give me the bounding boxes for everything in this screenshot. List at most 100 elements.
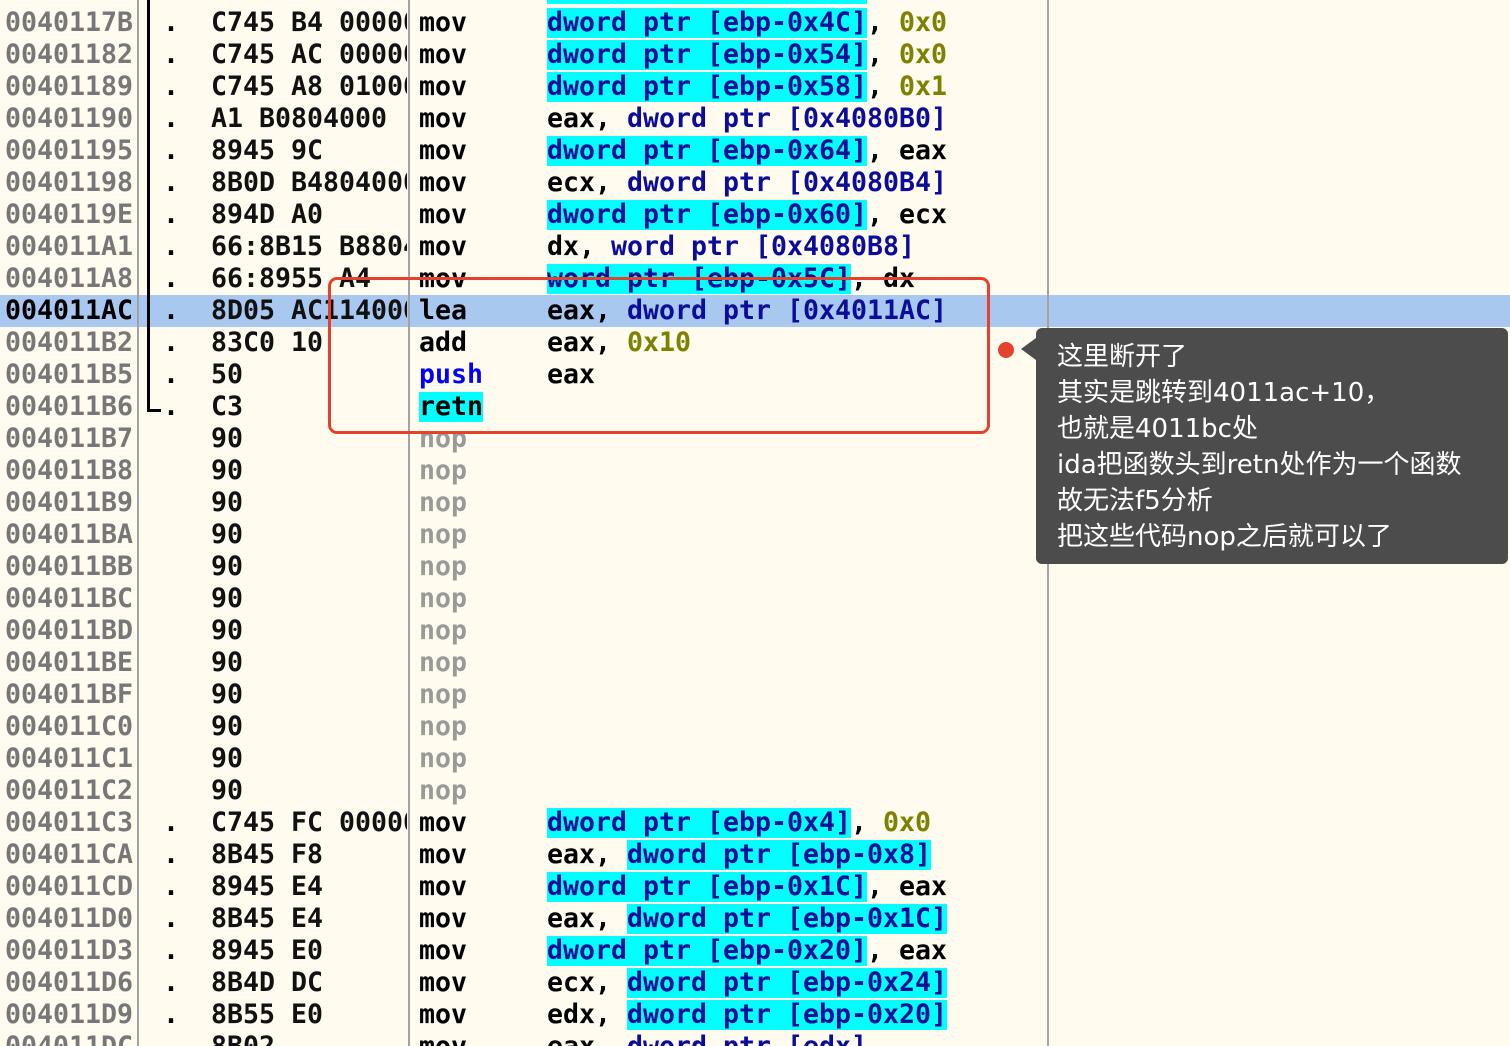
mnemonic-cell: nop: [419, 455, 539, 487]
marker-cell: .: [163, 231, 180, 262]
procedure-bracket-end: [147, 409, 161, 412]
hex-bytes-cell: 8B45 E4: [211, 903, 324, 934]
operand-token: dword ptr [ebp-0x1C]: [547, 872, 868, 902]
mnemonic-cell: mov: [419, 7, 539, 39]
disassembly-pane[interactable]: 0040117B. C745 B4 00000 mov dword ptr [ebp-…: [0, 0, 1510, 1046]
address-cell: 004011BD: [5, 615, 134, 646]
disasm-row[interactable]: 004011D9. 8B55 E0 mov edx, dword ptr [ebp-0…: [0, 999, 1510, 1031]
disasm-row[interactable]: 004011BE 90 nop: [0, 647, 1510, 679]
address-cell: 004011A1: [5, 231, 134, 262]
disasm-row[interactable]: 004011D3. 8945 E0 mov dword ptr [ebp-0x20],…: [0, 935, 1510, 967]
operand-token: 0x0: [883, 808, 932, 838]
operand-token: dword ptr [ebp-0x64]: [547, 136, 868, 166]
disasm-row[interactable]: 00401190. A1 B0804000 mov eax, dword ptr [0…: [0, 103, 1510, 135]
disasm-row[interactable]: 004011C1 90 nop: [0, 743, 1510, 775]
disasm-row[interactable]: 004011D6. 8B4D DC mov ecx, dword ptr [ebp-0…: [0, 967, 1510, 999]
disasm-row[interactable]: 00401195. 8945 9C mov dword ptr [ebp-0x64],…: [0, 135, 1510, 167]
marker-cell: .: [163, 359, 180, 390]
disasm-row[interactable]: 0040117B. C745 B4 00000 mov dword ptr [ebp-…: [0, 7, 1510, 39]
operands-cell: eax, dword ptr [ebp-0x1C]: [547, 903, 1040, 935]
disasm-row[interactable]: 00401182. C745 AC 00000 mov dword ptr [ebp-…: [0, 39, 1510, 71]
annotation-text-line: 把这些代码nop之后就可以了: [1057, 522, 1392, 552]
operand-token: 0x0: [899, 8, 948, 38]
address-cell: 004011B7: [5, 423, 134, 454]
disasm-row[interactable]: 004011BD 90 nop: [0, 615, 1510, 647]
address-cell: 00401198: [5, 167, 134, 198]
mnemonic-cell: mov: [419, 999, 539, 1031]
hex-bytes-cell: 90: [211, 583, 244, 614]
address-cell: 004011BF: [5, 679, 134, 710]
mnemonic-text: nop: [419, 776, 468, 806]
operand-token: eax,: [547, 104, 628, 134]
column-separator[interactable]: [408, 0, 410, 1046]
mnemonic-text: nop: [419, 712, 468, 742]
disasm-row[interactable]: 004011CD. 8945 E4 mov dword ptr [ebp-0x1C],…: [0, 871, 1510, 903]
disasm-row[interactable]: 0040119E. 894D A0 mov dword ptr [ebp-0x60],…: [0, 199, 1510, 231]
mnemonic-text: mov: [419, 8, 468, 38]
operand-token: eax,: [547, 840, 628, 870]
disasm-row[interactable]: 004011CA. 8B45 F8 mov eax, dword ptr [ebp-0…: [0, 839, 1510, 871]
disasm-row[interactable]: 004011A1. 66:8B15 B8804 mov dx, word ptr [0…: [0, 231, 1510, 263]
disasm-row[interactable]: 00401189. C745 A8 01000 mov dword ptr [ebp-…: [0, 71, 1510, 103]
address-cell: 004011C1: [5, 743, 134, 774]
mnemonic-text: mov: [419, 1032, 467, 1046]
mnemonic-text: mov: [419, 1000, 468, 1030]
disasm-row[interactable]: 004011C0 90 nop: [0, 711, 1510, 743]
mnemonic-text: nop: [419, 744, 468, 774]
mnemonic-cell: mov: [419, 39, 539, 71]
hex-bytes-cell: 90: [211, 487, 244, 518]
disasm-row[interactable]: 004011BF 90 nop: [0, 679, 1510, 711]
hex-bytes-cell: 8B45 F8: [211, 839, 324, 870]
marker-cell: .: [163, 295, 180, 326]
annotation-balloon: 这里断开了 其实是跳转到4011ac+10， 也就是4011bc处 ida把函数…: [1036, 328, 1508, 564]
mnemonic-cell: mov: [419, 135, 539, 167]
mnemonic-cell: nop: [419, 487, 539, 519]
column-separator[interactable]: [137, 0, 139, 1046]
disasm-row[interactable]: 004011DC 8B02 mov eax, dword ptr [edx]: [0, 1031, 1510, 1046]
address-cell: 00401190: [5, 103, 134, 134]
mnemonic-cell: nop: [419, 551, 539, 583]
operands-cell: eax, dword ptr [0x4080B0]: [547, 103, 1040, 135]
operand-token: ,: [867, 72, 900, 102]
operand-token: eax,: [547, 1032, 627, 1046]
operand-token: ,: [867, 40, 900, 70]
mnemonic-text: mov: [419, 168, 468, 198]
disasm-row[interactable]: 004011C2 90 nop: [0, 775, 1510, 807]
mnemonic-cell: mov: [419, 967, 539, 999]
address-cell: 004011B5: [5, 359, 134, 390]
mnemonic-cell: mov: [419, 103, 539, 135]
marker-cell: .: [163, 263, 180, 294]
address-cell: 004011BC: [5, 583, 134, 614]
hex-bytes-cell: 66:8B15 B8804: [211, 231, 407, 262]
operand-token: 0x1: [899, 72, 948, 102]
mnemonic-cell: mov: [419, 1031, 539, 1046]
operand-token: ecx,: [547, 168, 628, 198]
mnemonic-cell: nop: [419, 615, 539, 647]
disasm-row[interactable]: 004011D0. 8B45 E4 mov eax, dword ptr [ebp-0…: [0, 903, 1510, 935]
balloon-pointer: [1021, 338, 1036, 360]
mnemonic-cell: mov: [419, 199, 539, 231]
mnemonic-text: mov: [419, 808, 468, 838]
mnemonic-cell: nop: [419, 711, 539, 743]
disasm-row[interactable]: 004011C3. C745 FC 00000 mov dword ptr [ebp-…: [0, 807, 1510, 839]
operands-cell: eax, dword ptr [edx]: [547, 1031, 1040, 1046]
operand-token: dword ptr [ebp-0x54]: [547, 40, 868, 70]
mnemonic-cell: mov: [419, 839, 539, 871]
mnemonic-text: nop: [419, 552, 468, 582]
mnemonic-text: mov: [419, 136, 468, 166]
address-cell: 004011BB: [5, 551, 134, 582]
marker-cell: .: [163, 103, 180, 134]
disasm-row[interactable]: 00401198. 8B0D B4804000 mov ecx, dword ptr …: [0, 167, 1510, 199]
hex-bytes-cell: 90: [211, 711, 244, 742]
marker-cell: .: [163, 167, 180, 198]
mnemonic-cell: nop: [419, 679, 539, 711]
mnemonic-cell: mov: [419, 167, 539, 199]
address-cell: 0040119E: [5, 199, 134, 230]
operand-token: , eax: [867, 136, 948, 166]
mnemonic-cell: nop: [419, 775, 539, 807]
operands-cell: dx, word ptr [0x4080B8]: [547, 231, 1040, 263]
operands-cell: dword ptr [ebp-0x54], 0x0: [547, 39, 1040, 71]
address-cell: 0040117B: [5, 7, 134, 38]
marker-cell: .: [163, 7, 180, 38]
disasm-row[interactable]: 004011BC 90 nop: [0, 583, 1510, 615]
